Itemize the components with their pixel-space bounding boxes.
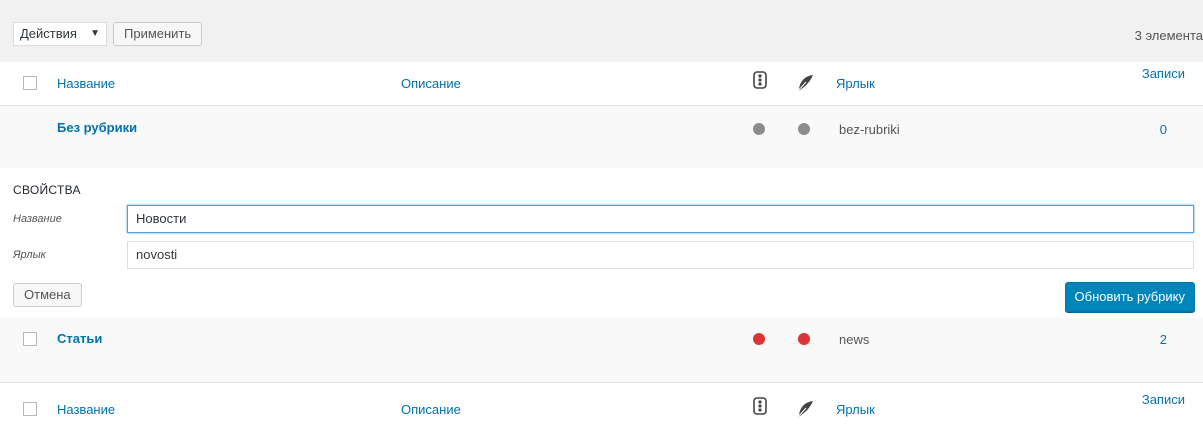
term-count-link[interactable]: 0	[1160, 122, 1167, 137]
table-footer: Название Описание Ярлык Записи	[0, 382, 1203, 432]
dropdown-caret-icon: ▼	[90, 28, 100, 39]
status-dot	[798, 123, 810, 135]
feather-icon	[796, 401, 813, 419]
column-slug-footer[interactable]: Ярлык	[836, 402, 875, 417]
status-dot	[753, 123, 765, 135]
column-name-header[interactable]: Название	[57, 76, 115, 91]
quick-edit-panel: СВОЙСТВА Название Новости Ярлык novosti …	[0, 168, 1203, 318]
items-count: 3 элемента	[1134, 28, 1203, 43]
status-dot	[753, 333, 765, 345]
column-description-footer[interactable]: Описание	[401, 402, 461, 417]
table-row: Статьи news 2	[0, 318, 1203, 382]
term-slug: news	[839, 332, 870, 347]
slug-field-label: Ярлык	[13, 249, 46, 261]
quick-edit-title: СВОЙСТВА	[13, 183, 81, 197]
top-bar	[0, 0, 1203, 10]
column-posts-footer[interactable]: Записи	[1142, 392, 1185, 407]
name-field-label: Название	[13, 213, 62, 225]
term-count-link[interactable]: 2	[1160, 332, 1167, 347]
term-name-link[interactable]: Статьи	[57, 331, 102, 346]
name-input[interactable]: Новости	[127, 205, 1194, 233]
column-name-footer[interactable]: Название	[57, 402, 115, 417]
column-posts-header[interactable]: Записи	[1142, 66, 1185, 81]
row-checkbox[interactable]	[23, 332, 37, 346]
feather-icon	[796, 75, 813, 93]
select-all-checkbox[interactable]	[23, 76, 37, 90]
apply-button[interactable]: Применить	[113, 22, 203, 46]
indicator-icon	[753, 397, 767, 415]
term-name-link[interactable]: Без рубрики	[57, 120, 137, 135]
cancel-button[interactable]: Отмена	[13, 283, 82, 307]
column-slug-header[interactable]: Ярлык	[836, 76, 875, 91]
column-description-header[interactable]: Описание	[401, 76, 461, 91]
term-slug: bez-rubriki	[839, 122, 900, 137]
select-all-checkbox-footer[interactable]	[23, 402, 37, 416]
slug-input[interactable]: novosti	[127, 241, 1194, 269]
table-row: Без рубрики bez-rubriki 0	[0, 106, 1203, 168]
update-category-button[interactable]: Обновить рубрику	[1064, 282, 1195, 312]
bulk-actions-label: Действия	[20, 26, 77, 41]
table-header: Название Описание Ярлык Записи	[0, 62, 1203, 106]
bulk-actions-select[interactable]: Действия ▼	[13, 22, 107, 46]
indicator-icon	[753, 71, 767, 89]
status-dot	[798, 333, 810, 345]
bulk-actions-bar: Действия ▼ Применить 3 элемента	[0, 18, 1203, 52]
